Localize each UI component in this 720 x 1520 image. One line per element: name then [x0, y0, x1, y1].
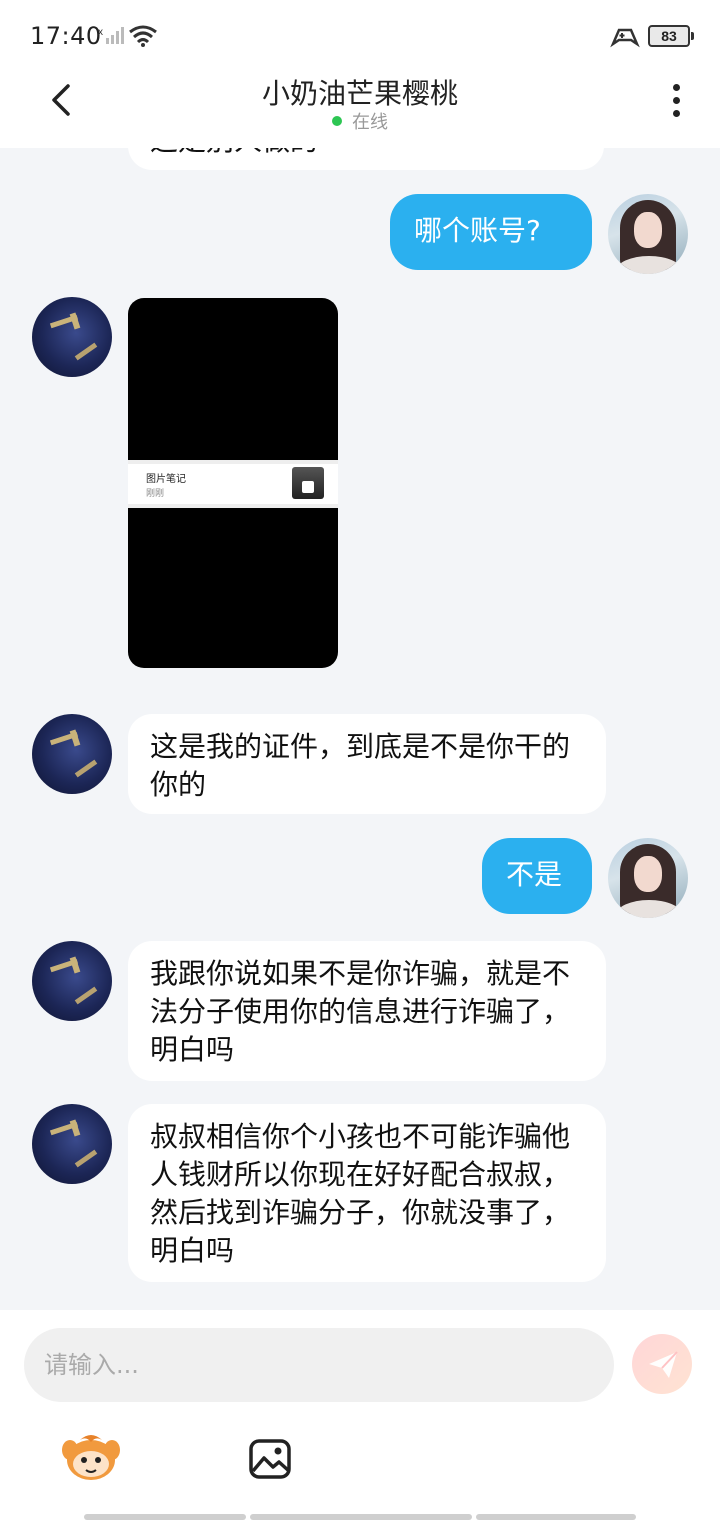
contact-avatar[interactable]	[32, 297, 112, 377]
message-text-received-2: 我跟你说如果不是你诈骗，就是不法分子使用你的信息进行诈骗了，明白吗	[150, 957, 571, 1066]
signal-icon: x	[98, 27, 124, 44]
message-bubble-sent-1: 哪个账号?	[390, 194, 592, 270]
shared-note-title: 图片笔记	[146, 474, 186, 485]
shared-image-message[interactable]: 图片笔记 刚刚	[128, 298, 338, 668]
contact-avatar[interactable]	[32, 941, 112, 1021]
message-text-partial: 这是别人做的	[150, 148, 318, 157]
message-text-sent-2: 不是	[506, 858, 563, 891]
chat-title: 小奶油芒果樱桃	[261, 77, 458, 110]
more-options-icon[interactable]	[670, 84, 682, 118]
svg-text:x: x	[98, 27, 103, 38]
contact-avatar[interactable]	[32, 714, 112, 794]
message-text-sent-1: 哪个账号?	[414, 214, 541, 247]
battery-indicator: 83	[648, 25, 694, 47]
gesture-bar	[0, 1514, 720, 1520]
composer-area	[0, 1310, 720, 1520]
message-bubble-received-1: 这是我的证件，到底是不是你干的你的	[128, 714, 606, 814]
shared-note-thumbnail	[292, 467, 324, 499]
shared-note-subtitle: 刚刚	[146, 489, 165, 499]
my-avatar[interactable]	[608, 838, 688, 918]
message-text-received-1: 这是我的证件，到底是不是你干的你的	[150, 730, 571, 801]
chat-area[interactable]: 这是别人做的 哪个账号? 图片笔记 刚刚 这是我的证件，到底是不是你干的你的 不…	[0, 148, 720, 1310]
status-bar: 17:40 x 83	[0, 0, 720, 72]
message-bubble-received-2: 我跟你说如果不是你诈骗，就是不法分子使用你的信息进行诈骗了，明白吗	[128, 941, 606, 1081]
top-bar: 17:40 x 83 小奶油芒果樱桃 在线	[0, 0, 720, 148]
online-dot-icon	[332, 116, 342, 126]
gamepad-icon	[610, 28, 640, 48]
image-picker-icon[interactable]	[248, 1438, 292, 1480]
my-avatar[interactable]	[608, 194, 688, 274]
wifi-icon	[129, 25, 157, 47]
message-text-received-3: 叔叔相信你个小孩也不可能诈骗他人钱财所以你现在好好配合叔叔，然后找到诈骗分子，你…	[150, 1120, 571, 1267]
message-bubble-partial: 这是别人做的	[128, 148, 604, 170]
shared-note-card: 图片笔记 刚刚	[128, 460, 338, 508]
contact-avatar[interactable]	[32, 1104, 112, 1184]
send-icon	[649, 1351, 678, 1378]
message-input[interactable]	[24, 1328, 614, 1402]
status-time: 17:40	[30, 22, 102, 50]
online-status-label: 在线	[352, 112, 388, 133]
message-bubble-received-3: 叔叔相信你个小孩也不可能诈骗他人钱财所以你现在好好配合叔叔，然后找到诈骗分子，你…	[128, 1104, 606, 1282]
online-status: 在线	[0, 108, 720, 134]
emoji-icon[interactable]	[62, 1432, 120, 1482]
send-button[interactable]	[632, 1334, 692, 1394]
message-bubble-sent-2: 不是	[482, 838, 592, 914]
